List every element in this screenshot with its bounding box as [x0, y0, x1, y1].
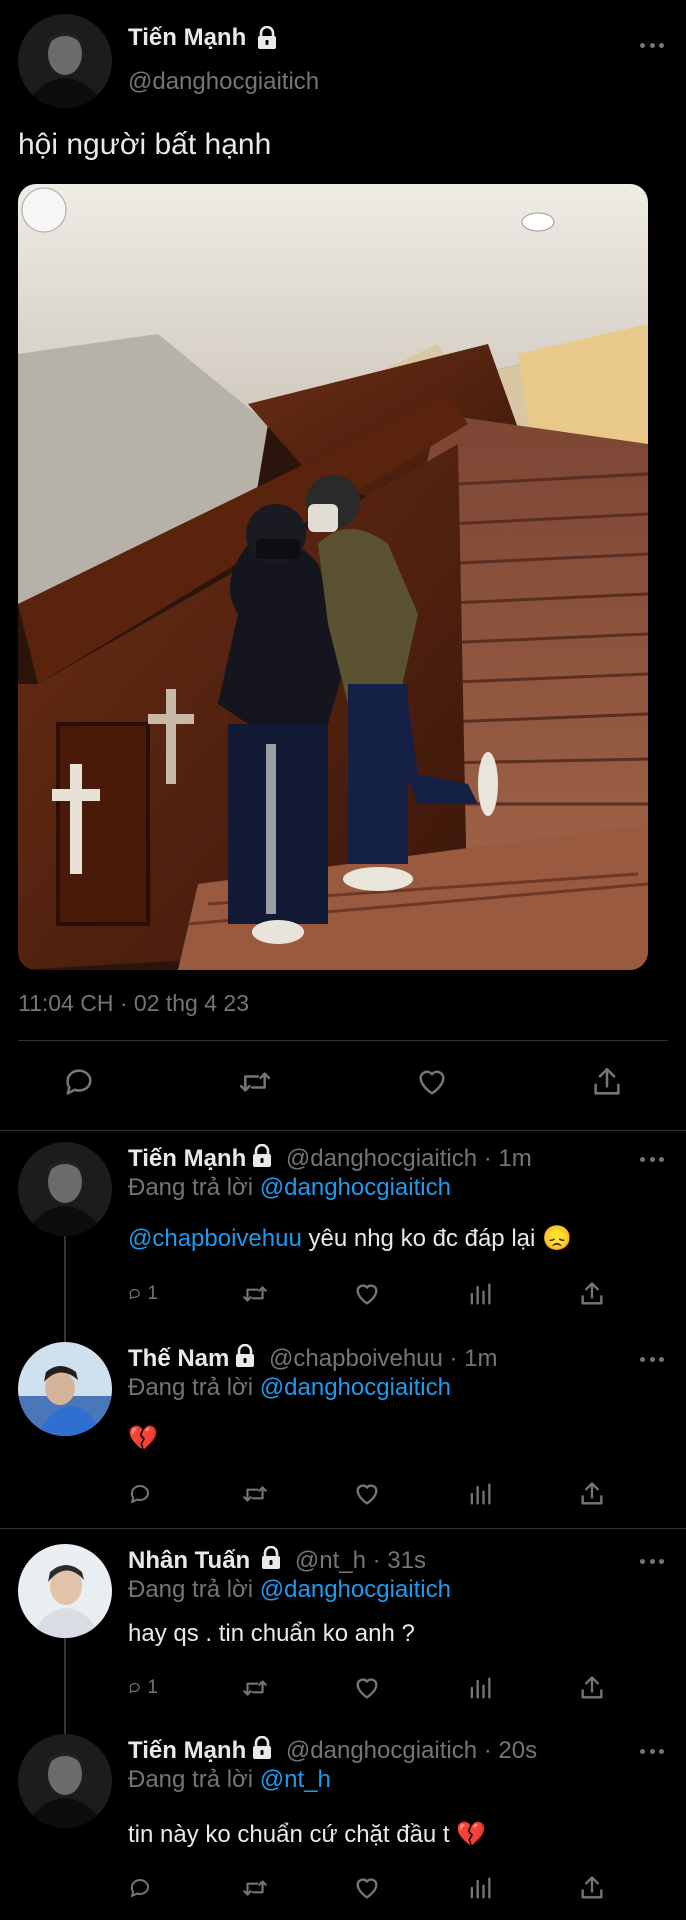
tweet-text: hội người bất hạnh — [18, 128, 272, 161]
reply-meta: @nt_h · 31s — [294, 1546, 426, 1574]
tweet-timestamp[interactable]: 11:04 CH · 02 thg 4 23 — [18, 990, 249, 1017]
avatar-image — [18, 14, 112, 108]
share-icon[interactable] — [578, 1280, 608, 1308]
replying-to-handle[interactable]: @danghocgiaitich — [260, 1576, 451, 1603]
replying-to-handle[interactable]: @danghocgiaitich — [260, 1174, 451, 1201]
reply-text: hay qs . tin chuẩn ko anh ? — [128, 1620, 415, 1647]
reply-actions-bar — [128, 1478, 608, 1510]
reply-author-name[interactable]: Tiến Mạnh — [128, 1145, 246, 1172]
replying-to-label: Đang trả lời — [128, 1374, 254, 1401]
reply-avatar[interactable] — [18, 1544, 112, 1638]
reply-count: 1 — [147, 1677, 158, 1698]
author-name-row: Tiến Mạnh — [128, 24, 278, 55]
avatar-image — [18, 1544, 112, 1638]
share-icon[interactable] — [578, 1674, 608, 1702]
reply-icon[interactable]: 1 — [128, 1674, 158, 1702]
reply-actions-bar — [128, 1872, 608, 1904]
share-icon[interactable] — [578, 1480, 608, 1508]
lock-icon — [256, 25, 278, 55]
reply-icon[interactable]: 1 — [128, 1280, 158, 1308]
lock-icon — [234, 1343, 256, 1375]
divider — [18, 1040, 668, 1041]
divider — [0, 1130, 686, 1131]
author-handle[interactable]: @danghocgiaitich — [128, 68, 319, 96]
reply-meta: @danghocgiaitich · 20s — [285, 1736, 538, 1764]
like-icon[interactable] — [353, 1674, 383, 1702]
reply-icon[interactable] — [62, 1065, 96, 1104]
divider — [0, 1528, 686, 1529]
reply-meta: @danghocgiaitich · 1m — [285, 1144, 532, 1172]
mention-link[interactable]: @chapboivehuu — [128, 1225, 302, 1252]
reply-meta: @chapboivehuu · 1m — [269, 1344, 498, 1372]
reply-header: Nhân Tuấn @nt_h · 31s — [128, 1545, 426, 1577]
like-icon[interactable] — [353, 1480, 383, 1508]
retweet-icon[interactable] — [241, 1280, 271, 1308]
reply-avatar[interactable] — [18, 1142, 112, 1236]
tweet-photo[interactable] — [18, 184, 648, 970]
reply-actions-bar: 1 — [128, 1672, 608, 1704]
reply-count: 1 — [147, 1283, 158, 1304]
analytics-icon[interactable] — [466, 1674, 496, 1702]
reply-body: yêu nhg ko đc đáp lại 😞 — [301, 1225, 572, 1252]
replying-to-label: Đang trả lời — [128, 1174, 254, 1201]
like-icon[interactable] — [415, 1065, 449, 1104]
replying-to-handle[interactable]: @nt_h — [260, 1766, 331, 1793]
retweet-icon[interactable] — [237, 1065, 273, 1104]
author-name[interactable]: Tiến Mạnh — [128, 24, 246, 51]
stairs-photo — [18, 184, 648, 970]
reply-header: Tiến Mạnh @danghocgiaitich · 20s — [128, 1735, 538, 1767]
more-options-icon[interactable] — [640, 1154, 664, 1164]
reply-header: Thế Nam @chapboivehuu · 1m — [128, 1343, 498, 1375]
reply-author-name[interactable]: Thế Nam — [128, 1345, 229, 1372]
reply-text: tin này ko chuẩn cứ chặt đầu t 💔 — [128, 1821, 487, 1848]
lock-icon — [260, 1545, 282, 1577]
like-icon[interactable] — [353, 1874, 383, 1902]
reply-text: @chapboivehuu yêu nhg ko đc đáp lại 😞 — [128, 1224, 572, 1253]
replying-to-handle[interactable]: @danghocgiaitich — [260, 1374, 451, 1401]
like-icon[interactable] — [353, 1280, 383, 1308]
reply-icon[interactable] — [128, 1874, 158, 1902]
replying-to-line: Đang trả lời @danghocgiaitich — [128, 1576, 451, 1604]
reply-text: 💔 — [128, 1425, 158, 1452]
thread-line — [64, 1232, 66, 1344]
retweet-icon[interactable] — [241, 1874, 271, 1902]
more-options-icon[interactable] — [640, 1354, 664, 1364]
reply-author-name[interactable]: Nhân Tuấn — [128, 1547, 250, 1574]
reply-icon[interactable] — [128, 1480, 158, 1508]
retweet-icon[interactable] — [241, 1674, 271, 1702]
avatar-image — [18, 1342, 112, 1436]
share-icon[interactable] — [578, 1874, 608, 1902]
share-icon[interactable] — [590, 1065, 624, 1104]
more-options-icon[interactable] — [640, 1556, 664, 1566]
lock-icon — [251, 1735, 273, 1767]
reply-avatar[interactable] — [18, 1342, 112, 1436]
analytics-icon[interactable] — [466, 1280, 496, 1308]
thread-line — [64, 1634, 66, 1744]
replying-to-line: Đang trả lời @nt_h — [128, 1766, 331, 1794]
replying-to-label: Đang trả lời — [128, 1766, 254, 1793]
retweet-icon[interactable] — [241, 1480, 271, 1508]
replying-to-line: Đang trả lời @danghocgiaitich — [128, 1374, 451, 1402]
analytics-icon[interactable] — [466, 1480, 496, 1508]
reply-header: Tiến Mạnh @danghocgiaitich · 1m — [128, 1143, 532, 1175]
more-options-icon[interactable] — [640, 1746, 664, 1756]
reply-author-name[interactable]: Tiến Mạnh — [128, 1737, 246, 1764]
reply-avatar[interactable] — [18, 1734, 112, 1828]
more-options-icon[interactable] — [640, 40, 664, 50]
lock-icon — [251, 1143, 273, 1175]
replying-to-line: Đang trả lời @danghocgiaitich — [128, 1174, 451, 1202]
analytics-icon[interactable] — [466, 1874, 496, 1902]
replying-to-label: Đang trả lời — [128, 1576, 254, 1603]
avatar-image — [18, 1142, 112, 1236]
avatar-image — [18, 1734, 112, 1828]
reply-actions-bar: 1 — [128, 1278, 608, 1310]
author-avatar[interactable] — [18, 14, 112, 108]
main-actions-bar — [62, 1066, 624, 1102]
